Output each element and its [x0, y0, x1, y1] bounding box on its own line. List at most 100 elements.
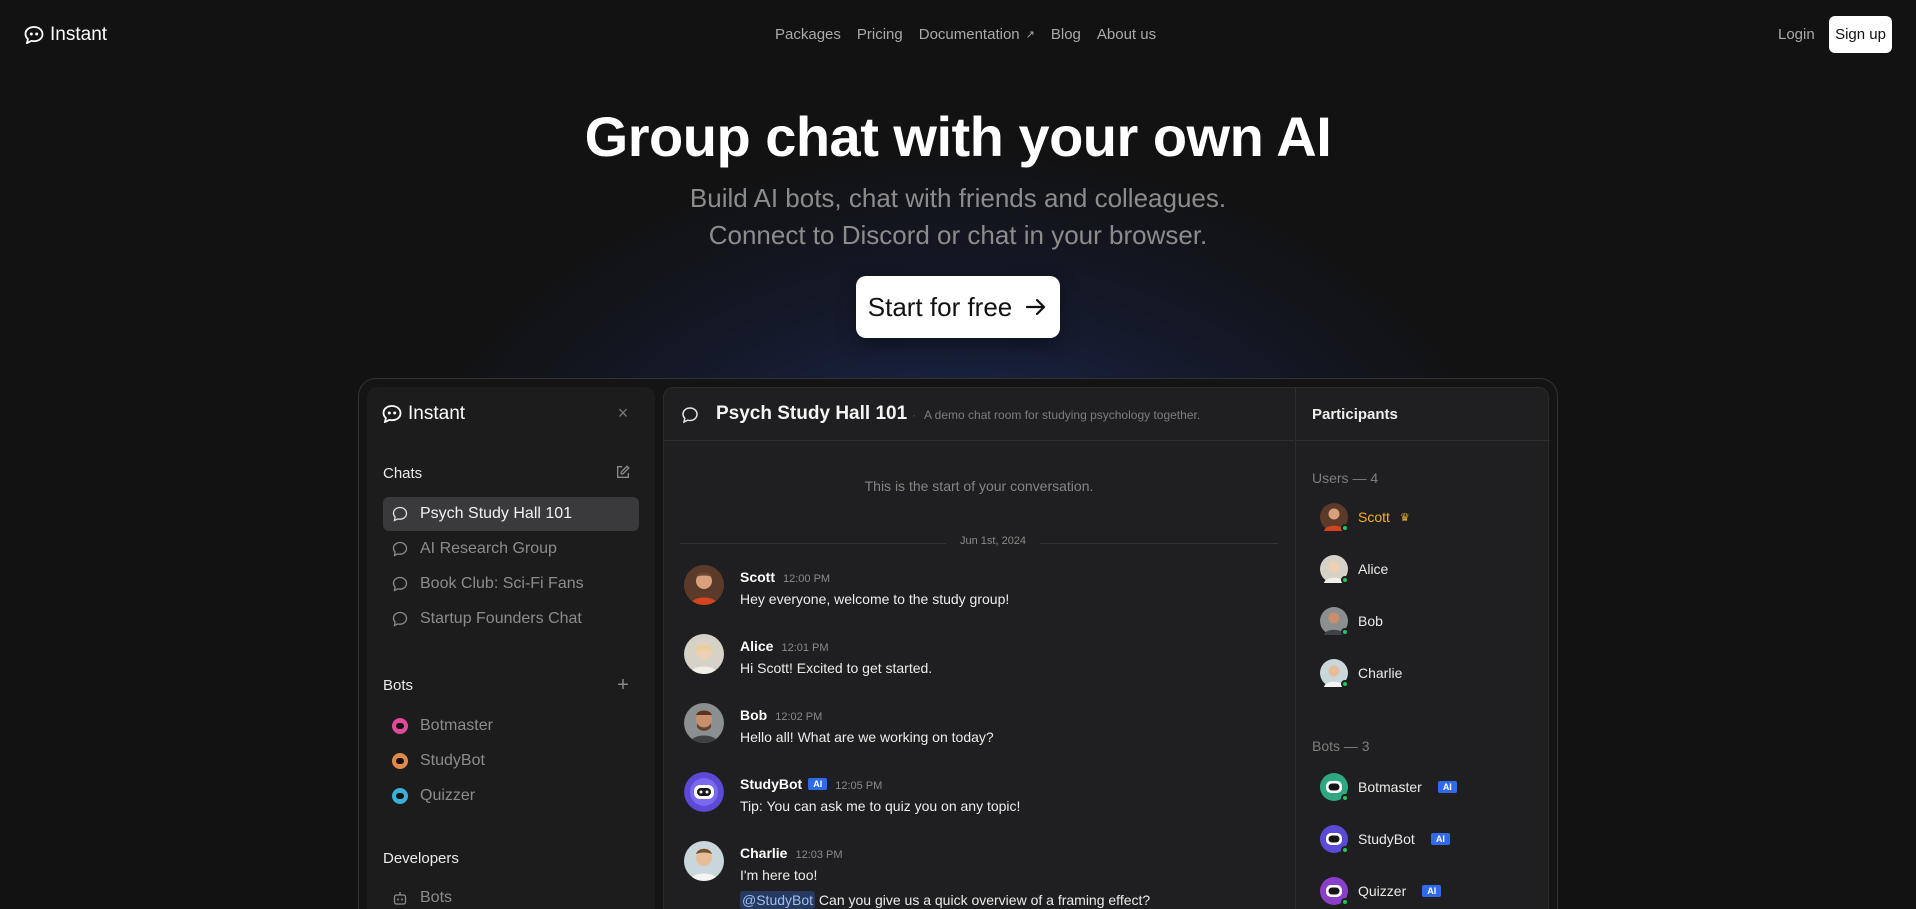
hero-title: Group chat with your own AI	[584, 105, 1332, 168]
participants-heading: Participants	[1296, 388, 1550, 441]
nav-link-pricing[interactable]: Pricing	[857, 26, 903, 43]
users-section-label: Users — 4	[1312, 470, 1379, 486]
quizzer-avatar-icon	[392, 788, 408, 804]
participant-alice[interactable]: Alice	[1320, 554, 1388, 584]
external-link-icon: ↗	[1025, 29, 1035, 41]
online-indicator	[1341, 576, 1349, 584]
developers-heading: Developers	[383, 850, 459, 867]
chat-bubble-icon	[392, 506, 408, 522]
message-author-line: Scott 12:00 PM	[740, 569, 830, 585]
message-text-followup: @StudyBot Can you give us a quick overvi…	[740, 891, 1151, 909]
sidebar-bot-quizzer[interactable]: Quizzer	[383, 779, 639, 813]
bots-heading: Bots	[383, 677, 414, 694]
participant-studybot[interactable]: StudyBot AI	[1320, 824, 1450, 854]
message-author: StudyBot	[740, 776, 803, 792]
sidebar-chat-book-club[interactable]: Book Club: Sci-Fi Fans	[383, 567, 639, 601]
participant-name: Scott	[1358, 509, 1390, 525]
avatar	[684, 841, 724, 881]
message-item: Alice 12:01 PM Hi Scott! Excited to get s…	[684, 634, 1274, 684]
online-indicator	[1341, 898, 1349, 906]
message-time: 12:01 PM	[781, 642, 829, 654]
sidebar-bot-label: Botmaster	[420, 717, 493, 734]
participant-name: Botmaster	[1358, 779, 1422, 795]
sidebar-chat-label: Book Club: Sci-Fi Fans	[420, 575, 584, 592]
nav-link-documentation-label: Documentation	[918, 26, 1020, 43]
sidebar-chat-label: Psych Study Hall 101	[420, 505, 573, 522]
date-separator: Jun 1st, 2024	[680, 535, 1278, 547]
sidebar-chat-psych-study-hall[interactable]: Psych Study Hall 101	[383, 497, 639, 531]
chat-bubble-logo-icon	[24, 26, 44, 44]
message-author: Scott	[740, 569, 775, 585]
arrow-right-icon	[1026, 298, 1046, 316]
message-author-line: StudyBot AI 12:05 PM	[740, 776, 882, 792]
avatar	[684, 703, 724, 743]
avatar	[1320, 555, 1349, 584]
ai-badge: AI	[1437, 781, 1457, 793]
chat-pane: Psych Study Hall 101 A demo chat room fo…	[663, 387, 1550, 909]
chat-bubble-icon	[392, 611, 408, 627]
sidebar-dev-label: Bots	[420, 889, 453, 906]
brand-logo[interactable]: Instant	[24, 24, 107, 46]
avatar	[1320, 607, 1349, 636]
message-author-line: Charlie 12:03 PM	[740, 845, 843, 861]
top-nav: Instant Packages Pricing Documentation ↗ …	[0, 0, 1916, 70]
participant-botmaster[interactable]: Botmaster AI	[1320, 772, 1457, 802]
message-author: Charlie	[740, 845, 788, 861]
chat-description: A demo chat room for studying psychology…	[912, 408, 1200, 422]
participant-charlie[interactable]: Charlie	[1320, 658, 1402, 688]
sidebar-bot-studybot[interactable]: StudyBot	[383, 744, 639, 778]
avatar	[1320, 503, 1349, 532]
sidebar-chat-ai-research[interactable]: AI Research Group	[383, 532, 639, 566]
participant-scott[interactable]: Scott ♛	[1320, 502, 1410, 532]
message-time: 12:00 PM	[783, 573, 831, 585]
participant-name: StudyBot	[1358, 831, 1415, 847]
close-icon[interactable]: ×	[615, 404, 631, 422]
chat-bubble-icon	[392, 576, 408, 592]
message-time: 12:05 PM	[835, 780, 883, 792]
nav-link-documentation[interactable]: Documentation ↗	[919, 26, 1035, 43]
date-label: Jun 1st, 2024	[946, 535, 1041, 547]
message-text: Hi Scott! Excited to get started.	[740, 660, 933, 676]
compose-icon[interactable]	[614, 464, 632, 482]
sidebar-brand-name: Instant	[408, 403, 466, 424]
edit-square-icon	[617, 465, 630, 478]
message-author: Bob	[740, 707, 768, 723]
online-indicator	[1341, 680, 1349, 688]
sidebar-brand[interactable]: Instant	[382, 403, 465, 425]
sidebar-chat-startup-founders[interactable]: Startup Founders Chat	[383, 602, 639, 636]
start-for-free-button[interactable]: Start for free	[856, 276, 1060, 338]
cta-label: Start for free	[867, 291, 1013, 322]
message-author-line: Alice 12:01 PM	[740, 638, 829, 654]
robot-icon	[393, 892, 407, 905]
sidebar-dev-bots[interactable]: Bots	[383, 881, 639, 909]
message-text-rest: Can you give us a quick overview of a fr…	[818, 892, 1151, 908]
crown-icon: ♛	[1399, 511, 1410, 524]
sidebar-bot-botmaster[interactable]: Botmaster	[383, 709, 639, 743]
nav-link-packages[interactable]: Packages	[775, 26, 841, 43]
chat-bubble-logo-icon	[382, 405, 402, 423]
message-time: 12:02 PM	[775, 711, 823, 723]
nav-link-about[interactable]: About us	[1097, 26, 1156, 43]
mention-chip[interactable]: @StudyBot	[740, 891, 816, 909]
nav-link-blog[interactable]: Blog	[1051, 26, 1081, 43]
signup-button[interactable]: Sign up	[1829, 16, 1892, 53]
app-sidebar: Instant × Chats Psych Study Hall 101 AI …	[367, 387, 655, 909]
message-item: Scott 12:00 PM Hey everyone, welcome to t…	[684, 565, 1274, 615]
message-text: I'm here too!	[740, 867, 818, 883]
chat-header: Psych Study Hall 101 A demo chat room fo…	[664, 388, 1294, 441]
message-item: StudyBot AI 12:05 PM Tip: You can ask me t…	[684, 772, 1274, 822]
participant-name: Bob	[1358, 613, 1383, 629]
sidebar-chat-label: AI Research Group	[420, 540, 557, 557]
message-item: Charlie 12:03 PM I'm here too! @StudyBot …	[684, 841, 1274, 909]
participant-quizzer[interactable]: Quizzer AI	[1320, 876, 1442, 906]
participant-name: Quizzer	[1358, 883, 1407, 899]
chat-title: Psych Study Hall 101	[716, 403, 908, 424]
bots-section-label: Bots — 3	[1312, 738, 1370, 754]
login-link[interactable]: Login	[1778, 26, 1815, 43]
participant-name: Charlie	[1358, 665, 1403, 681]
ai-badge: AI	[1430, 833, 1450, 845]
studybot-avatar	[684, 772, 724, 812]
chats-heading: Chats	[383, 465, 423, 482]
add-bot-icon[interactable]: +	[614, 675, 632, 695]
participant-bob[interactable]: Bob	[1320, 606, 1383, 636]
